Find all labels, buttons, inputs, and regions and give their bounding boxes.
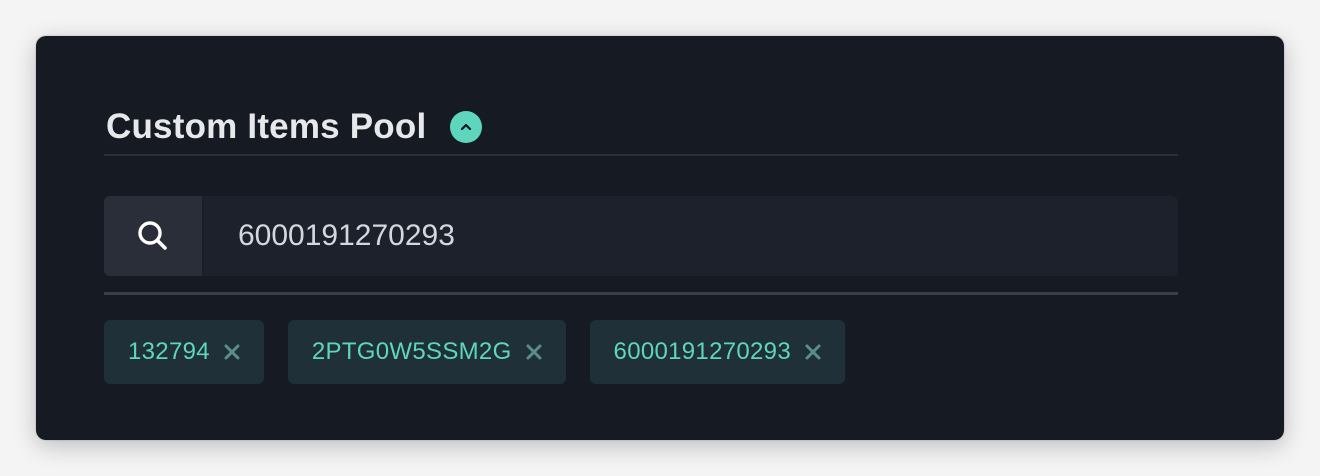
- close-icon: [224, 344, 240, 360]
- header-divider: [104, 154, 1178, 156]
- tag-item: 6000191270293: [589, 320, 845, 384]
- tag-remove-button[interactable]: [222, 342, 242, 362]
- chevron-up-icon: [461, 123, 472, 131]
- tag-item: 2PTG0W5SSM2G: [287, 320, 566, 384]
- collapse-toggle-button[interactable]: [450, 111, 483, 143]
- tag-list: 132794 2PTG0W5SSM2G 6000191270293: [104, 320, 845, 384]
- search-divider: [104, 292, 1178, 295]
- custom-items-pool-panel: Custom Items Pool 132794 2PT: [36, 36, 1284, 440]
- search-input[interactable]: [204, 196, 1178, 276]
- tag-label: 2PTG0W5SSM2G: [311, 338, 512, 365]
- tag-item: 132794: [104, 320, 264, 384]
- search-button[interactable]: [104, 196, 204, 276]
- search-icon: [138, 221, 167, 250]
- panel-title: Custom Items Pool: [106, 107, 427, 146]
- tag-label: 132794: [128, 338, 210, 365]
- close-icon: [805, 344, 821, 360]
- tag-label: 6000191270293: [613, 338, 791, 365]
- tag-remove-button[interactable]: [524, 342, 544, 362]
- panel-header: Custom Items Pool: [106, 104, 483, 150]
- search-bar: [104, 196, 1178, 276]
- tag-remove-button[interactable]: [803, 342, 823, 362]
- close-icon: [526, 344, 542, 360]
